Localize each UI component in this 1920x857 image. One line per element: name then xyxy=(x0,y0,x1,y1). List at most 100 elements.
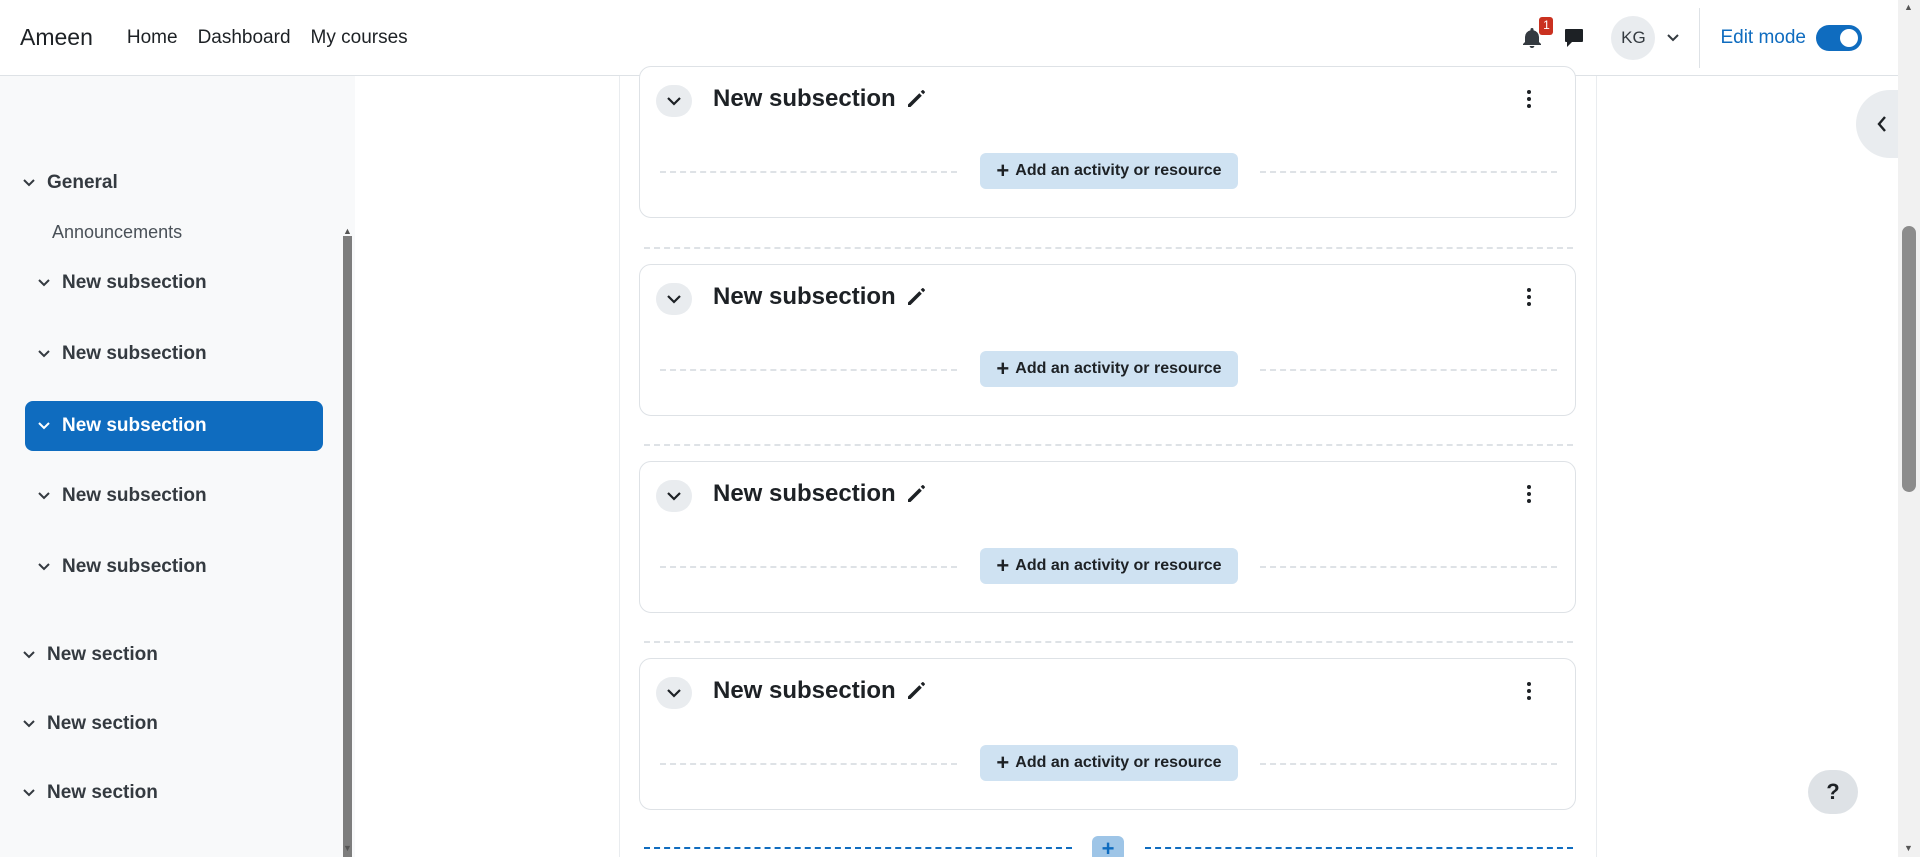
nav-link-dashboard[interactable]: Dashboard xyxy=(198,27,291,49)
section-separator xyxy=(644,247,1573,249)
course-index-subsection-label: New subsection xyxy=(62,415,207,436)
add-activity-button[interactable]: + Add an activity or resource xyxy=(980,153,1238,189)
chevron-down-icon[interactable] xyxy=(37,347,51,361)
course-index-subsection-active[interactable]: New subsection xyxy=(25,401,323,451)
collapse-subsection-button[interactable] xyxy=(656,677,692,709)
course-index-subsection[interactable]: New subsection xyxy=(37,272,207,294)
add-activity-label: Add an activity or resource xyxy=(1015,557,1222,574)
add-section-divider xyxy=(644,847,1072,849)
course-index-subsection[interactable]: New subsection xyxy=(37,343,207,365)
edit-mode-toggle[interactable] xyxy=(1816,25,1862,51)
add-activity-button[interactable]: + Add an activity or resource xyxy=(980,351,1238,387)
subsection-title-text[interactable]: New subsection xyxy=(713,480,896,508)
course-index-subsection[interactable]: New subsection xyxy=(37,485,207,507)
course-index-drawer: General Announcements New subsection New… xyxy=(0,76,355,857)
scroll-down-arrow-icon[interactable]: ▼ xyxy=(343,843,352,853)
add-activity-label: Add an activity or resource xyxy=(1015,360,1222,377)
dashed-divider xyxy=(660,763,957,765)
nav-link-home[interactable]: Home xyxy=(127,27,178,49)
chevron-down-icon[interactable] xyxy=(37,489,51,503)
chevron-down-icon[interactable] xyxy=(37,276,51,290)
subsection-title-text[interactable]: New subsection xyxy=(713,283,896,311)
collapse-subsection-button[interactable] xyxy=(656,283,692,315)
add-section-divider xyxy=(1145,847,1573,849)
add-activity-label: Add an activity or resource xyxy=(1015,162,1222,179)
chat-bubble-icon xyxy=(1564,28,1584,48)
chevron-down-icon[interactable] xyxy=(22,648,36,662)
subsection-card: New subsection + Add an activity or reso… xyxy=(639,658,1576,810)
chevron-down-icon xyxy=(667,96,681,106)
scroll-down-arrow-icon[interactable]: ▼ xyxy=(1904,843,1913,853)
course-index-section[interactable]: New section xyxy=(22,782,158,804)
kebab-menu-icon[interactable] xyxy=(1519,87,1539,111)
chevron-down-icon xyxy=(667,294,681,304)
chevron-down-icon[interactable] xyxy=(37,419,51,433)
navbar-right-tools: 1 KG Edit mode xyxy=(1517,0,1898,76)
dashed-divider xyxy=(1260,763,1557,765)
course-index-section[interactable]: New section xyxy=(22,644,158,666)
pencil-edit-icon[interactable] xyxy=(906,287,926,307)
edit-mode-label: Edit mode xyxy=(1720,27,1806,48)
subsection-title: New subsection xyxy=(713,677,926,705)
dashed-divider xyxy=(1260,369,1557,371)
chevron-down-icon[interactable] xyxy=(22,717,36,731)
user-avatar[interactable]: KG xyxy=(1611,16,1656,60)
notification-count-badge: 1 xyxy=(1539,17,1554,35)
content-column-border xyxy=(1596,76,1597,857)
top-navbar: Ameen Home Dashboard My courses 1 KG Edi… xyxy=(0,0,1898,76)
messages-button[interactable] xyxy=(1559,23,1589,53)
subsection-title-text[interactable]: New subsection xyxy=(713,677,896,705)
course-index-section[interactable]: New section xyxy=(22,713,158,735)
chevron-down-icon[interactable] xyxy=(37,560,51,574)
kebab-menu-icon[interactable] xyxy=(1519,285,1539,309)
collapse-subsection-button[interactable] xyxy=(656,85,692,117)
collapse-subsection-button[interactable] xyxy=(656,480,692,512)
add-activity-label: Add an activity or resource xyxy=(1015,754,1222,771)
chevron-down-icon xyxy=(667,491,681,501)
course-index-subsection[interactable]: New subsection xyxy=(37,556,207,578)
plus-icon: + xyxy=(996,553,1010,578)
dashed-divider xyxy=(1260,171,1557,173)
scroll-up-arrow-icon[interactable]: ▲ xyxy=(343,226,352,236)
content-column-border xyxy=(619,76,620,857)
course-index-subsection-label: New subsection xyxy=(62,343,207,364)
pencil-edit-icon[interactable] xyxy=(906,484,926,504)
notifications-button[interactable]: 1 xyxy=(1517,17,1554,53)
dashed-divider xyxy=(1260,566,1557,568)
add-section-button[interactable]: + xyxy=(1092,836,1124,857)
page-scrollbar-thumb[interactable] xyxy=(1902,226,1916,492)
chevron-down-icon[interactable] xyxy=(1667,34,1680,42)
course-index-subsection-label: New subsection xyxy=(62,272,207,293)
section-separator xyxy=(644,444,1573,446)
chevron-down-icon[interactable] xyxy=(22,786,36,800)
course-index-section-label: New section xyxy=(47,713,158,734)
navbar-divider xyxy=(1699,8,1701,68)
subsection-title-text[interactable]: New subsection xyxy=(713,85,896,113)
dashed-divider xyxy=(660,566,957,568)
pencil-edit-icon[interactable] xyxy=(906,681,926,701)
chevron-down-icon[interactable] xyxy=(22,176,36,190)
drawer-scrollbar[interactable] xyxy=(343,236,352,857)
nav-link-my-courses[interactable]: My courses xyxy=(311,27,408,49)
pencil-edit-icon[interactable] xyxy=(906,89,926,109)
plus-icon: + xyxy=(996,356,1010,381)
course-index-section[interactable]: General xyxy=(22,172,118,194)
subsection-card: New subsection + Add an activity or reso… xyxy=(639,461,1576,613)
site-brand[interactable]: Ameen xyxy=(20,24,93,51)
course-index-section-label: New section xyxy=(47,644,158,665)
page-scrollbar[interactable]: ▲ ▼ xyxy=(1898,0,1920,857)
plus-icon: + xyxy=(996,750,1010,775)
chevron-down-icon xyxy=(667,688,681,698)
scroll-up-arrow-icon[interactable]: ▲ xyxy=(1904,2,1913,12)
primary-navigation: Home Dashboard My courses xyxy=(127,27,408,49)
course-index-section-label: General xyxy=(47,172,118,193)
help-button[interactable]: ? xyxy=(1808,770,1858,814)
kebab-menu-icon[interactable] xyxy=(1519,679,1539,703)
subsection-title: New subsection xyxy=(713,85,926,113)
subsection-card: New subsection + Add an activity or reso… xyxy=(639,66,1576,218)
add-activity-button[interactable]: + Add an activity or resource xyxy=(980,548,1238,584)
subsection-title: New subsection xyxy=(713,283,926,311)
add-activity-button[interactable]: + Add an activity or resource xyxy=(980,745,1238,781)
course-index-activity[interactable]: Announcements xyxy=(52,222,182,243)
kebab-menu-icon[interactable] xyxy=(1519,482,1539,506)
